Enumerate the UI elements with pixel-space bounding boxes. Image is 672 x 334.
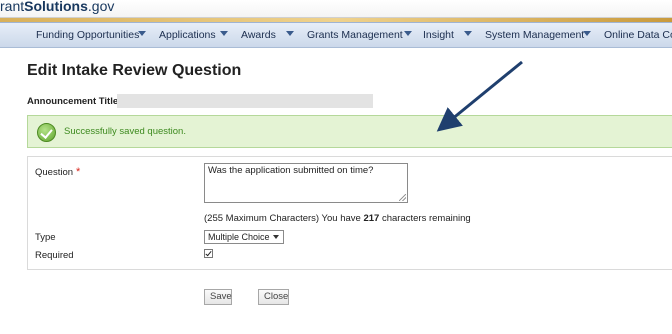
- nav-awards[interactable]: Awards: [241, 23, 276, 47]
- logo-prefix: rant: [0, 0, 25, 14]
- required-label: Required: [35, 250, 74, 261]
- chevron-down-icon[interactable]: [286, 31, 294, 36]
- type-select-value: Multiple Choice: [208, 232, 270, 242]
- question-input[interactable]: Was the application submitted on time?: [204, 163, 408, 203]
- character-count: (255 Maximum Characters) You have 217 ch…: [204, 213, 471, 224]
- page-title: Edit Intake Review Question: [27, 62, 242, 79]
- chevron-down-icon[interactable]: [464, 31, 472, 36]
- chevron-down-icon[interactable]: [583, 31, 591, 36]
- nav-funding-opportunities[interactable]: Funding Opportunities: [36, 23, 139, 47]
- chevron-down-icon[interactable]: [404, 31, 412, 36]
- char-count-prefix: (255 Maximum Characters) You have: [204, 213, 364, 224]
- nav-grants-management[interactable]: Grants Management: [307, 23, 403, 47]
- announcement-title-label: Announcement Title:: [27, 96, 122, 107]
- top-header: rantSolutions.gov: [0, 0, 672, 18]
- type-select[interactable]: Multiple Choice: [204, 230, 284, 244]
- textarea-resize-handle[interactable]: [399, 194, 406, 201]
- question-label-text: Question: [35, 167, 74, 178]
- chevron-down-icon[interactable]: [220, 31, 228, 36]
- close-button[interactable]: Close: [258, 289, 289, 305]
- success-check-icon: [37, 123, 56, 142]
- nav-applications[interactable]: Applications: [159, 23, 216, 47]
- save-button[interactable]: Save: [204, 289, 232, 305]
- required-star: *: [76, 166, 81, 178]
- announcement-title-value-redacted: [117, 94, 373, 108]
- required-checkbox[interactable]: [204, 249, 213, 258]
- nav-insight[interactable]: Insight: [423, 23, 454, 47]
- type-label: Type: [35, 232, 56, 243]
- logo-suffix: .gov: [87, 0, 115, 14]
- success-message-banner: Successfully saved question.: [27, 115, 672, 148]
- char-count-remaining: 217: [363, 213, 380, 224]
- nav-system-management[interactable]: System Management: [485, 23, 584, 47]
- success-message-text: Successfully saved question.: [64, 126, 186, 137]
- dropdown-arrow-icon: [273, 235, 279, 239]
- logo-bold: Solutions: [24, 0, 88, 14]
- site-logo[interactable]: rantSolutions.gov: [0, 0, 114, 15]
- nav-online-data-collection[interactable]: Online Data Colle: [604, 23, 672, 47]
- chevron-down-icon[interactable]: [138, 31, 146, 36]
- char-count-suffix: characters remaining: [379, 213, 471, 224]
- main-nav: Funding Opportunities Applications Award…: [0, 22, 672, 48]
- question-label: Question *: [35, 166, 80, 178]
